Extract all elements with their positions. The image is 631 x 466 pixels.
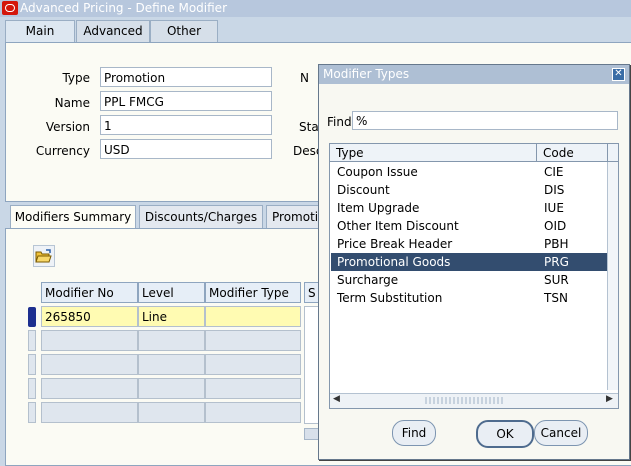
modifier-no-cell[interactable] bbox=[41, 330, 138, 351]
list-item[interactable]: Surcharge SUR bbox=[331, 271, 617, 289]
code-value: CIE bbox=[544, 165, 564, 179]
code-value: PRG bbox=[544, 255, 569, 269]
modifier-type-cell[interactable] bbox=[205, 306, 301, 327]
modifier-type-cell[interactable] bbox=[205, 378, 301, 399]
list-item[interactable]: Price Break Header PBH bbox=[331, 235, 617, 253]
tab-advanced[interactable]: Advanced bbox=[76, 20, 150, 42]
type-value: Promotional Goods bbox=[337, 255, 451, 269]
type-value: Surcharge bbox=[337, 273, 399, 287]
level-cell[interactable] bbox=[138, 378, 205, 399]
list-item[interactable]: Coupon Issue CIE bbox=[331, 163, 617, 181]
currency-label: Currency bbox=[35, 144, 90, 158]
number-label: N bbox=[300, 71, 309, 85]
version-field[interactable]: 1 bbox=[100, 115, 272, 135]
type-field[interactable]: Promotion bbox=[100, 67, 272, 87]
title-bar: Advanced Pricing - Define Modifier bbox=[0, 0, 631, 17]
type-value: Price Break Header bbox=[337, 237, 453, 251]
column-divider bbox=[536, 144, 537, 161]
oracle-icon bbox=[2, 1, 18, 15]
modifier-type-cell[interactable] bbox=[205, 330, 301, 351]
find-button[interactable]: Find bbox=[392, 420, 436, 446]
level-cell[interactable] bbox=[138, 354, 205, 375]
level-cell[interactable] bbox=[138, 402, 205, 423]
scroll-right-icon[interactable]: ▶ bbox=[606, 394, 613, 404]
find-input[interactable]: % bbox=[352, 111, 618, 130]
status-label: Sta bbox=[299, 120, 319, 134]
dialog-title-bar: Modifier Types ✕ bbox=[319, 65, 629, 84]
code-value: SUR bbox=[544, 273, 569, 287]
list-item[interactable]: Other Item Discount OID bbox=[331, 217, 617, 235]
code-value: PBH bbox=[544, 237, 569, 251]
type-value: Item Upgrade bbox=[337, 201, 420, 215]
list-item-selected[interactable]: Promotional Goods PRG bbox=[331, 253, 617, 271]
find-label: Find bbox=[327, 115, 352, 129]
record-indicator[interactable] bbox=[28, 402, 36, 423]
col-code[interactable]: Code bbox=[543, 146, 574, 160]
col-modifier-no[interactable]: Modifier No bbox=[41, 282, 138, 303]
type-value: Coupon Issue bbox=[337, 165, 418, 179]
code-value: DIS bbox=[544, 183, 565, 197]
modifier-types-dialog: Modifier Types ✕ Find % Type Code Coupon… bbox=[318, 64, 630, 460]
types-list: Type Code Coupon Issue CIE Discount DIS … bbox=[329, 143, 619, 409]
modifier-type-cell[interactable] bbox=[205, 354, 301, 375]
cancel-button[interactable]: Cancel bbox=[534, 420, 588, 446]
list-item[interactable]: Item Upgrade IUE bbox=[331, 199, 617, 217]
type-value: Term Substitution bbox=[337, 291, 443, 305]
version-label: Version bbox=[45, 120, 90, 134]
col-level[interactable]: Level bbox=[138, 282, 205, 303]
list-item[interactable]: Discount DIS bbox=[331, 181, 617, 199]
tab-modifiers-summary[interactable]: Modifiers Summary bbox=[10, 205, 136, 228]
open-button[interactable] bbox=[33, 245, 55, 267]
col-modifier-type[interactable]: Modifier Type bbox=[205, 282, 301, 303]
scroll-left-icon[interactable]: ◀ bbox=[333, 394, 340, 404]
name-label: Name bbox=[54, 96, 90, 110]
modifier-no-cell[interactable] bbox=[41, 378, 138, 399]
dialog-title: Modifier Types bbox=[323, 67, 410, 81]
code-value: IUE bbox=[544, 201, 564, 215]
type-value: Discount bbox=[337, 183, 390, 197]
type-label: Type bbox=[62, 71, 90, 85]
list-scrollbar-top[interactable] bbox=[607, 144, 618, 161]
current-record-indicator[interactable] bbox=[28, 307, 36, 327]
code-value: TSN bbox=[544, 291, 568, 305]
close-icon[interactable]: ✕ bbox=[612, 68, 625, 81]
level-cell[interactable]: Line bbox=[138, 306, 205, 327]
list-vertical-scrollbar[interactable] bbox=[607, 162, 618, 390]
record-indicator[interactable] bbox=[28, 378, 36, 399]
record-indicator[interactable] bbox=[28, 354, 36, 375]
folder-open-icon bbox=[35, 249, 52, 263]
type-value: Other Item Discount bbox=[337, 219, 459, 233]
tab-main[interactable]: Main bbox=[5, 20, 75, 42]
currency-field[interactable]: USD bbox=[100, 139, 272, 159]
scroll-thumb[interactable] bbox=[425, 397, 505, 404]
window-title: Advanced Pricing - Define Modifier bbox=[20, 1, 227, 15]
list-horizontal-scrollbar[interactable]: ◀ ▶ bbox=[330, 393, 618, 408]
ok-button[interactable]: OK bbox=[476, 420, 534, 448]
tab-discounts-charges[interactable]: Discounts/Charges bbox=[139, 205, 263, 228]
modifier-no-cell[interactable] bbox=[41, 402, 138, 423]
list-header: Type Code bbox=[330, 144, 618, 162]
modifier-no-cell[interactable] bbox=[41, 354, 138, 375]
col-type[interactable]: Type bbox=[336, 146, 364, 160]
tab-other[interactable]: Other bbox=[150, 20, 218, 42]
record-indicator[interactable] bbox=[28, 330, 36, 351]
code-value: OID bbox=[544, 219, 567, 233]
modifier-no-cell[interactable]: 265850 bbox=[41, 306, 138, 327]
modifier-type-cell[interactable] bbox=[205, 402, 301, 423]
level-cell[interactable] bbox=[138, 330, 205, 351]
name-field[interactable]: PPL FMCG bbox=[100, 91, 272, 111]
list-item[interactable]: Term Substitution TSN bbox=[331, 289, 617, 307]
